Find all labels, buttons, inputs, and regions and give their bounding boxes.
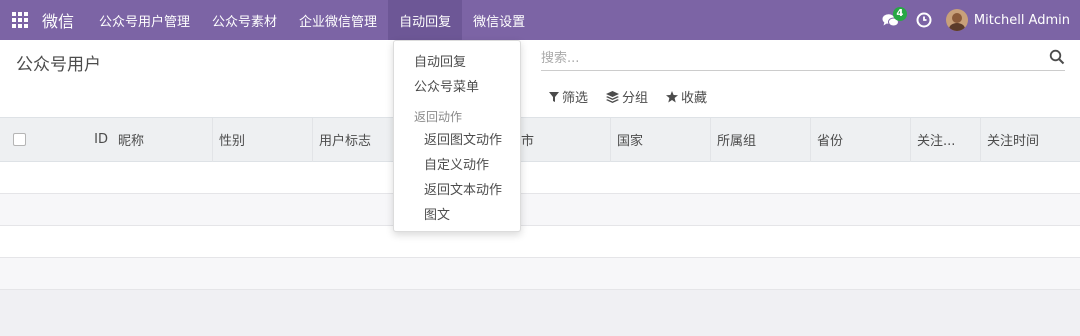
search-box	[541, 47, 1065, 71]
table-row	[0, 162, 1080, 194]
table-row	[0, 194, 1080, 226]
dropdown-item-custom-action[interactable]: 自定义动作	[394, 153, 520, 178]
column-header-subscribe[interactable]: 关注...	[910, 117, 980, 162]
select-all-checkbox[interactable]	[12, 133, 26, 146]
top-navbar: 微信 公众号用户管理 公众号素材 企业微信管理 自动回复 微信设置 4 Mitc…	[0, 0, 1080, 40]
menu-wechat-materials[interactable]: 公众号素材	[201, 0, 288, 40]
auto-reply-dropdown: 自动回复 公众号菜单 返回动作 返回图文动作 自定义动作 返回文本动作 图文	[393, 40, 521, 232]
list-table: ID 昵称 性别 用户标志 城市 国家 所属组 省份 关注... 关注时间	[0, 117, 1080, 290]
search-input[interactable]	[541, 47, 1021, 69]
select-all-cell	[0, 118, 38, 162]
column-header-country[interactable]: 国家	[610, 117, 710, 162]
column-header-group[interactable]: 所属组	[710, 117, 810, 162]
apps-menu-icon[interactable]	[0, 0, 40, 40]
menu-auto-reply[interactable]: 自动回复	[388, 0, 463, 40]
dropdown-item-text-action[interactable]: 返回文本动作	[394, 178, 520, 203]
table-body	[0, 162, 1080, 290]
layers-icon	[606, 90, 620, 103]
dropdown-item-official-menu[interactable]: 公众号菜单	[394, 75, 520, 100]
menu-enterprise-wechat[interactable]: 企业微信管理	[288, 0, 388, 40]
user-name: Mitchell Admin	[973, 12, 1070, 28]
table-row	[0, 226, 1080, 258]
menu-wechat-settings[interactable]: 微信设置	[462, 0, 536, 40]
filter-icon	[549, 91, 559, 102]
star-icon	[666, 90, 679, 102]
search-icon[interactable]	[1049, 49, 1065, 65]
dropdown-item-news[interactable]: 图文	[394, 203, 520, 228]
favorites-button[interactable]: 收藏	[666, 87, 707, 106]
group-by-button[interactable]: 分组	[606, 87, 648, 106]
table-header: ID 昵称 性别 用户标志 城市 国家 所属组 省份 关注... 关注时间	[0, 117, 1080, 162]
search-options: 筛选 分组 收藏	[549, 87, 725, 106]
chat-badge: 4	[892, 7, 907, 21]
menu-wechat-users[interactable]: 公众号用户管理	[88, 0, 201, 40]
clock-icon[interactable]	[908, 0, 940, 40]
avatar	[945, 9, 968, 31]
control-panel: 公众号用户 筛选 分组 收藏	[0, 40, 1080, 118]
dropdown-item-news-action[interactable]: 返回图文动作	[394, 128, 520, 153]
favorites-label: 收藏	[681, 91, 708, 106]
page-title: 公众号用户	[16, 55, 101, 75]
column-header-gender[interactable]: 性别	[212, 117, 312, 162]
group-by-label: 分组	[622, 91, 649, 106]
app-brand[interactable]: 微信	[42, 8, 74, 32]
column-header-nickname[interactable]: 昵称	[112, 118, 212, 162]
dropdown-item-auto-reply[interactable]: 自动回复	[394, 50, 520, 75]
dropdown-section-header: 返回动作	[414, 110, 463, 124]
user-menu[interactable]: Mitchell Admin	[940, 0, 1080, 40]
column-header-id[interactable]: ID	[38, 118, 112, 162]
table-row	[0, 258, 1080, 290]
column-header-province[interactable]: 省份	[810, 117, 910, 162]
chat-icon[interactable]: 4	[874, 0, 908, 40]
filter-label: 筛选	[562, 91, 589, 106]
column-header-subscribe-time[interactable]: 关注时间	[980, 117, 1080, 162]
filter-button[interactable]: 筛选	[549, 87, 588, 106]
